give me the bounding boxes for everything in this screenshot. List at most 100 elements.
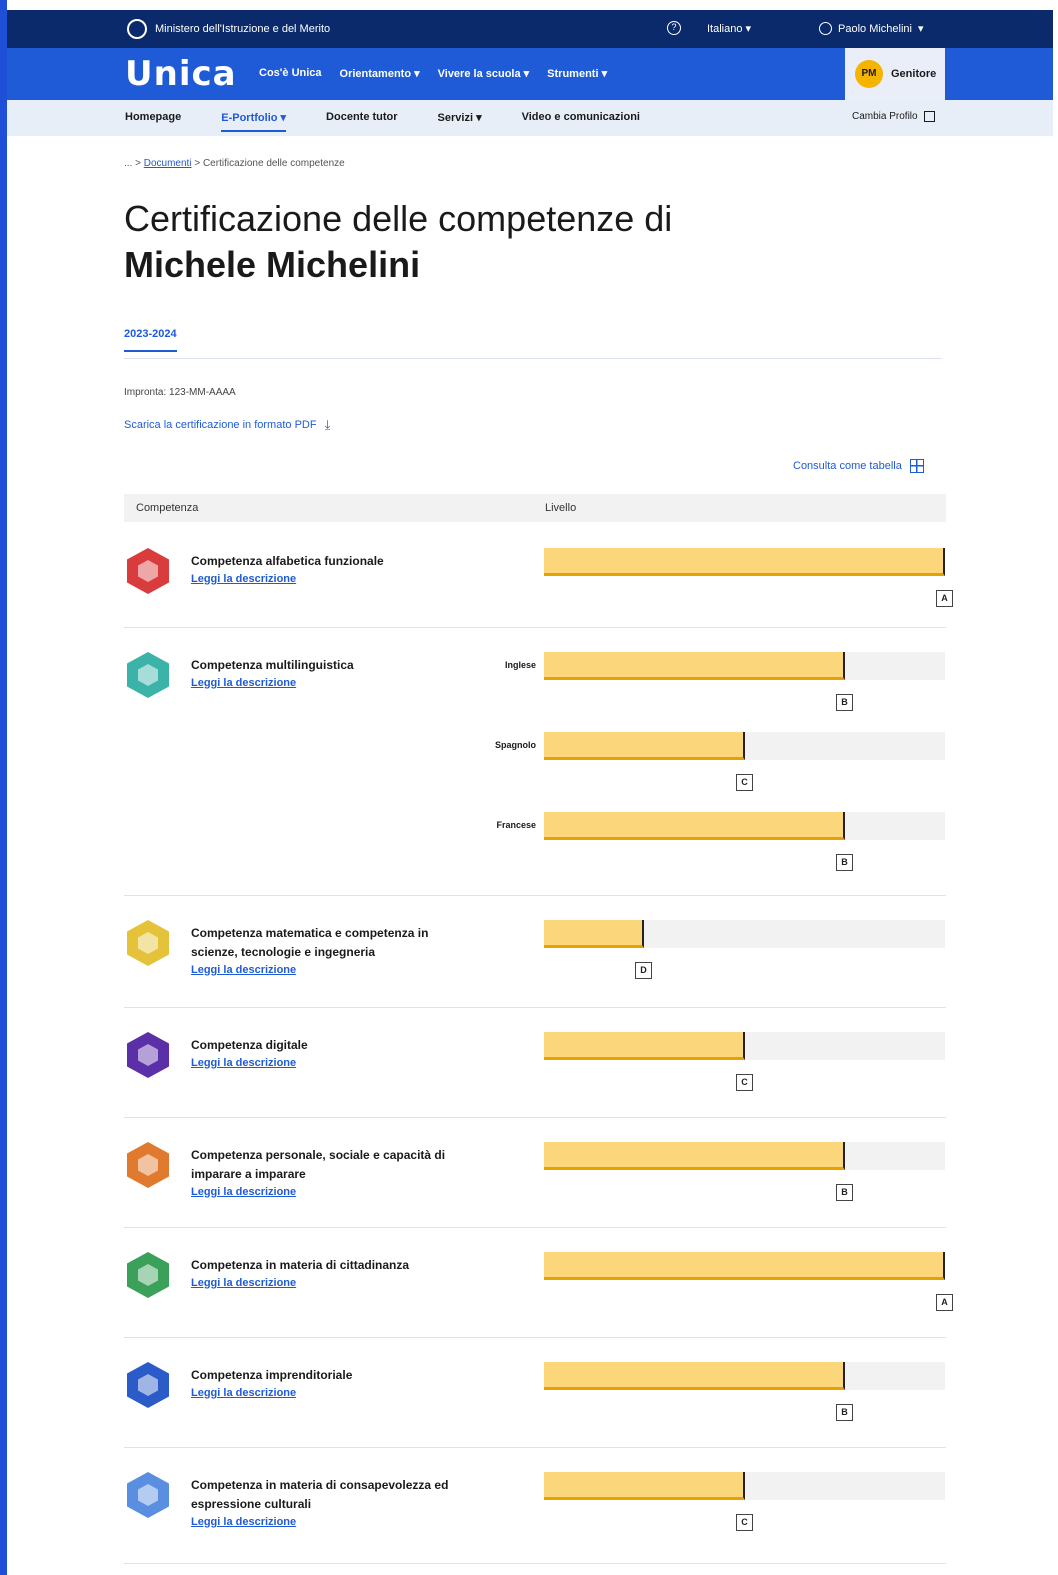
ministry-link[interactable]: Ministero dell'Istruzione e del Merito [127,19,330,39]
subnav-e-portfolio[interactable]: E-Portfolio ▾ [221,111,287,132]
badge-inner-shape [138,1374,158,1396]
level-bar-fill [544,1252,945,1280]
level-badge: C [736,1074,753,1091]
view-as-table-link[interactable]: Consulta come tabella [793,459,924,473]
level-bar-track [544,1472,945,1500]
competence-name: Competenza digitale [191,1038,308,1052]
badge-inner-shape [138,1264,158,1286]
subnav-docente-tutor[interactable]: Docente tutor [326,111,398,132]
read-description-link[interactable]: Leggi la descrizione [191,1277,296,1289]
help-icon[interactable]: ? [667,21,681,35]
badge-inner-shape [138,560,158,582]
level-badge: B [836,854,853,871]
handshake-icon [127,1362,169,1408]
download-pdf-link[interactable]: Scarica la certificazione in formato PDF… [124,417,330,433]
competence-row: Competenza in materia di cittadinanza Leg… [124,1232,953,1338]
competence-row: Competenza matematica e competenza in sc… [124,900,946,1008]
competence-row: Competenza alfabetica funzionale Leggi la… [124,528,953,628]
badge-inner-shape [138,932,158,954]
read-description-link[interactable]: Leggi la descrizione [191,1057,296,1069]
ministry-name: Ministero dell'Istruzione e del Merito [155,23,331,35]
badge-inner-shape [138,1154,158,1176]
person-icon [127,548,169,594]
breadcrumb-documenti[interactable]: Documenti [144,158,192,169]
nav-strumenti[interactable]: Strumenti ▾ [547,67,607,80]
competence-name: Competenza imprenditoriale [191,1368,353,1382]
chevron-down-icon: ▾ [917,23,924,35]
table-header: Competenza Livello [124,494,946,522]
level-bar-track [544,652,945,680]
level-badge: B [836,1404,853,1421]
competence-row: Competenza imprenditoriale Leggi la descr… [124,1342,946,1448]
ministry-topbar: Ministero dell'Istruzione e del Merito ?… [7,10,1053,48]
unica-logo[interactable]: Unica [125,54,237,94]
language-selector[interactable]: Italiano ▾ [707,22,751,35]
tab-divider [124,358,942,359]
level-bar-fill [544,920,644,948]
breadcrumb: ... > Documenti > Certificazione delle c… [124,158,345,169]
level-bar-fill [544,812,845,840]
level-bar-fill [544,652,845,680]
breadcrumb-current: Certificazione delle competenze [202,158,345,169]
main-navigation: Unica Cos'è Unica Orientamento ▾ Vivere … [7,48,1053,100]
level-badge: B [836,1184,853,1201]
profile-switcher[interactable]: PM Genitore [845,48,945,100]
level-bar-fill [544,1032,745,1060]
competence-name: Competenza in materia di cittadinanza [191,1258,410,1272]
nav-cose-unica[interactable]: Cos'è Unica [259,67,322,80]
level-badge: A [936,1294,953,1311]
user-menu[interactable]: Paolo Michelini ▾ [819,22,924,35]
citizen-icon [127,1252,169,1298]
subnav-video-comunicazioni[interactable]: Video e comunicazioni [522,111,640,132]
read-description-link[interactable]: Leggi la descrizione [191,1516,296,1528]
read-description-link[interactable]: Leggi la descrizione [191,1387,296,1399]
switch-icon [923,111,935,122]
document-imprint: Impronta: 123-MM-AAAA [124,387,236,398]
atom-icon [127,920,169,966]
competence-name: Competenza matematica e competenza in sc… [191,926,429,959]
competence-row: Competenza digitale Leggi la descrizione C [124,1012,946,1118]
competence-name: Competenza multilinguistica [191,658,354,672]
page-title: Certificazione delle competenze di Miche… [124,196,672,288]
read-description-link[interactable]: Leggi la descrizione [191,964,296,976]
table-icon [909,459,924,473]
read-description-link[interactable]: Leggi la descrizione [191,1186,296,1198]
user-icon [819,22,832,35]
competence-name: Competenza in materia di consapevolezza … [191,1478,449,1511]
badge-inner-shape [138,664,158,686]
tab-school-year[interactable]: 2023-2024 [124,328,177,352]
nav-orientamento[interactable]: Orientamento ▾ [340,67,420,80]
language-label: Francese [496,820,536,830]
competence-name: Competenza alfabetica funzionale [191,554,384,568]
language-label: Inglese [504,660,536,670]
subnav-homepage[interactable]: Homepage [125,111,181,132]
theater-icon [127,1472,169,1518]
globe-icon [127,652,169,698]
competence-name: Competenza personale, sociale e capacità… [191,1148,446,1181]
badge-inner-shape [138,1044,158,1066]
section-navigation: Homepage E-Portfolio ▾ Docente tutor Ser… [7,100,1053,136]
badge-inner-shape [138,1484,158,1506]
graduation-icon [127,1142,169,1188]
subnav-servizi[interactable]: Servizi ▾ [438,111,482,132]
level-badge: C [736,774,753,791]
read-description-link[interactable]: Leggi la descrizione [191,573,296,585]
level-bar-fill [544,1362,845,1390]
level-bar-track [544,732,945,760]
language-label: Spagnolo [495,740,536,750]
level-badge: D [635,962,652,979]
competence-row: Competenza in materia di consapevolezza … [124,1452,946,1564]
nav-vivere-la-scuola[interactable]: Vivere la scuola ▾ [438,67,530,80]
level-bar-fill [544,732,745,760]
level-badge: C [736,1514,753,1531]
level-bar-track [544,548,945,576]
user-name: Paolo Michelini [838,22,912,35]
change-profile-link[interactable]: Cambia Profilo [852,111,935,122]
level-bar-track [544,1362,945,1390]
level-bar-track [544,920,945,948]
read-description-link[interactable]: Leggi la descrizione [191,677,296,689]
level-bar-track [544,1142,945,1170]
student-name: Michele Michelini [124,244,421,285]
level-bar-fill [544,1472,745,1500]
republic-emblem-icon [127,19,147,39]
